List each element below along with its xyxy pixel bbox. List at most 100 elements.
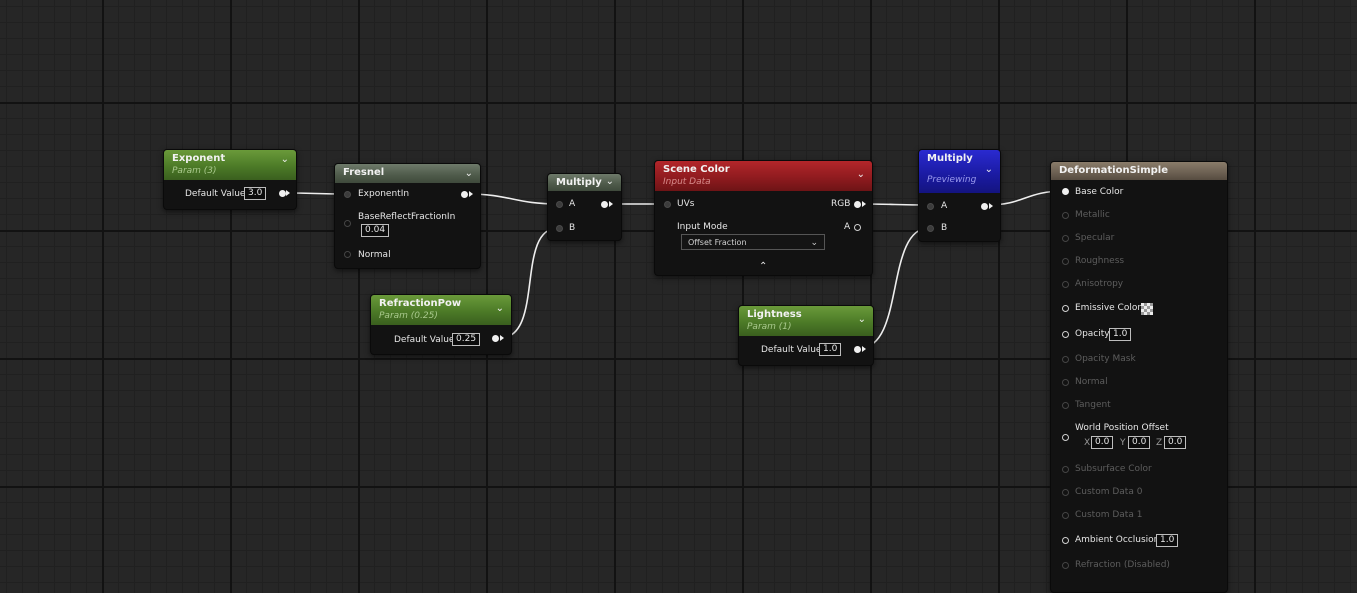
node-header[interactable]: Exponent Param (3) ⌄ [164, 150, 296, 180]
chevron-down-icon[interactable]: ⌄ [606, 177, 614, 187]
output-pin[interactable] [461, 191, 468, 198]
tangent-label: Tangent [1075, 400, 1111, 410]
chevron-up-icon[interactable]: ⌃ [759, 261, 767, 272]
refraction-label: Refraction (Disabled) [1075, 560, 1170, 570]
wpo-y-field[interactable]: 0.0 [1128, 436, 1151, 449]
chevron-down-icon[interactable]: ⌄ [465, 169, 473, 179]
output-pin[interactable] [492, 335, 499, 342]
output-pin[interactable] [601, 201, 608, 208]
metallic-label: Metallic [1075, 210, 1110, 220]
input-b-label: B [569, 223, 576, 233]
node-header[interactable]: Scene Color Input Data ⌄ [655, 161, 872, 191]
normal-label: Normal [358, 250, 391, 260]
specular-pin[interactable] [1062, 235, 1069, 242]
opacity-value-field[interactable]: 1.0 [1109, 328, 1132, 341]
anisotropy-pin[interactable] [1062, 281, 1069, 288]
default-value-field[interactable]: 1.0 [819, 343, 842, 356]
pin-arrow-icon [286, 190, 290, 196]
input-a-label: A [941, 201, 948, 211]
subsurface-color-label: Subsurface Color [1075, 464, 1152, 474]
refractionpow-param-node[interactable]: RefractionPow Param (0.25) ⌄ Default Val… [370, 294, 512, 355]
checker-swatch-icon[interactable] [1141, 303, 1153, 315]
node-header[interactable]: DeformationSimple [1051, 162, 1227, 180]
roughness-label: Roughness [1075, 256, 1125, 266]
rgb-label: RGB [831, 199, 851, 209]
default-value-field[interactable]: 3.0 [244, 187, 267, 200]
wpo-x-field[interactable]: 0.0 [1091, 436, 1114, 449]
node-title: Exponent [172, 153, 226, 164]
exponent-param-node[interactable]: Exponent Param (3) ⌄ Default Value 3.0 [163, 149, 297, 210]
node-header[interactable]: RefractionPow Param (0.25) ⌄ [371, 295, 511, 325]
multiply-node[interactable]: Multiply ⌄ A B [547, 173, 622, 241]
tangent-pin[interactable] [1062, 402, 1069, 409]
chevron-down-icon[interactable]: ⌄ [858, 315, 866, 325]
input-a-pin[interactable] [556, 201, 563, 208]
node-header[interactable]: Fresnel ⌄ [335, 164, 480, 183]
node-title: DeformationSimple [1059, 165, 1169, 176]
base-reflect-pin[interactable] [344, 220, 351, 227]
rgb-output-pin[interactable] [854, 201, 861, 208]
world-position-offset-pin[interactable] [1062, 434, 1069, 441]
node-header[interactable]: Lightness Param (1) ⌄ [739, 306, 873, 336]
input-mode-value: Offset Fraction [688, 238, 747, 247]
pin-arrow-icon [862, 201, 866, 207]
world-position-offset-label: World Position Offset [1075, 423, 1169, 433]
output-pin[interactable] [981, 203, 988, 210]
wpo-z-field[interactable]: 0.0 [1164, 436, 1187, 449]
node-title: Scene Color [663, 164, 730, 175]
uvs-pin[interactable] [664, 201, 671, 208]
chevron-down-icon[interactable]: ⌄ [281, 155, 289, 165]
exponent-in-pin[interactable] [344, 191, 351, 198]
input-b-label: B [941, 223, 948, 233]
default-value-label: Default Value [761, 345, 822, 355]
default-value-label: Default Value [394, 335, 455, 345]
opacity-mask-pin[interactable] [1062, 356, 1069, 363]
pin-arrow-icon [500, 335, 504, 341]
chevron-down-icon[interactable]: ⌄ [857, 170, 865, 180]
multiply-preview-node[interactable]: Multiply Previewing ⌄ A B [918, 149, 1001, 242]
normal-pin[interactable] [1062, 379, 1069, 386]
custom-data-1-label: Custom Data 1 [1075, 510, 1143, 520]
node-title: Multiply [927, 153, 973, 164]
input-b-pin[interactable] [556, 225, 563, 232]
roughness-pin[interactable] [1062, 258, 1069, 265]
exponent-in-label: ExponentIn [358, 189, 410, 199]
anisotropy-label: Anisotropy [1075, 279, 1124, 289]
node-subtitle: Param (0.25) [379, 311, 438, 321]
pin-arrow-icon [609, 201, 613, 207]
base-reflect-value-field[interactable]: 0.04 [361, 224, 390, 237]
node-subtitle: Input Data [663, 177, 711, 187]
emissive-color-pin[interactable] [1062, 305, 1069, 312]
node-header[interactable]: Multiply ⌄ [548, 174, 621, 191]
lightness-param-node[interactable]: Lightness Param (1) ⌄ Default Value 1.0 [738, 305, 874, 366]
input-b-pin[interactable] [927, 225, 934, 232]
opacity-label: Opacity [1075, 329, 1110, 339]
material-result-node[interactable]: DeformationSimple Base Color Metallic Sp… [1050, 161, 1228, 593]
opacity-pin[interactable] [1062, 331, 1069, 338]
custom-data-0-pin[interactable] [1062, 489, 1069, 496]
node-title: Lightness [747, 309, 802, 320]
node-header[interactable]: Multiply Previewing ⌄ [919, 150, 1000, 193]
scene-color-node[interactable]: Scene Color Input Data ⌄ UVs RGB Input M… [654, 160, 873, 276]
chevron-down-icon[interactable]: ⌄ [985, 165, 993, 175]
ambient-occlusion-pin[interactable] [1062, 537, 1069, 544]
base-color-pin[interactable] [1062, 188, 1069, 195]
chevron-down-icon[interactable]: ⌄ [496, 304, 504, 314]
subsurface-color-pin[interactable] [1062, 466, 1069, 473]
metallic-pin[interactable] [1062, 212, 1069, 219]
custom-data-1-pin[interactable] [1062, 512, 1069, 519]
ambient-occlusion-value-field[interactable]: 1.0 [1156, 534, 1179, 547]
refraction-pin[interactable] [1062, 562, 1069, 569]
fresnel-node[interactable]: Fresnel ⌄ ExponentIn BaseReflectFraction… [334, 163, 481, 269]
normal-pin[interactable] [344, 251, 351, 258]
node-title: Multiply [556, 177, 602, 188]
input-mode-dropdown[interactable]: Offset Fraction ⌄ [681, 234, 825, 250]
node-title: Fresnel [343, 167, 385, 178]
wpo-y-label: Y [1120, 438, 1126, 448]
pin-arrow-icon [989, 203, 993, 209]
default-value-field[interactable]: 0.25 [452, 333, 481, 346]
a-output-pin[interactable] [854, 224, 861, 231]
input-a-pin[interactable] [927, 203, 934, 210]
output-pin[interactable] [279, 190, 286, 197]
output-pin[interactable] [854, 346, 861, 353]
